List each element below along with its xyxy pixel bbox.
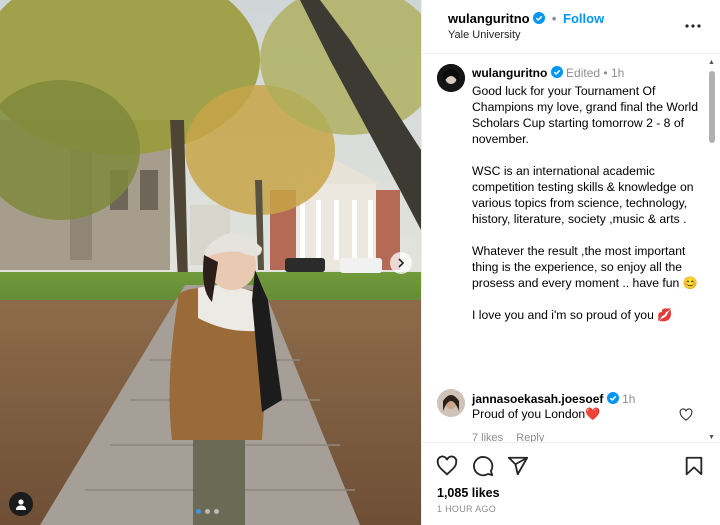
post-actions: 1,085 likes 1 HOUR AGO (422, 442, 720, 525)
carousel-indicator (196, 509, 219, 514)
post-header: wulanguritno • Follow Yale University (422, 0, 720, 54)
heart-icon[interactable] (436, 455, 458, 477)
verified-badge-icon (550, 66, 563, 78)
likes-count[interactable]: 1,085 likes (437, 486, 500, 500)
commenter-avatar[interactable] (437, 389, 465, 417)
chevron-right-icon (398, 258, 405, 268)
caption-text: Good luck for your Tournament Of Champio… (472, 84, 699, 322)
caption-time: 1h (610, 66, 625, 80)
carousel-dot (214, 509, 219, 514)
header-separator: • (551, 11, 557, 26)
scroll-down-arrow-icon[interactable]: ▼ (708, 434, 715, 441)
comment-text: Proud of you London❤️ (472, 407, 601, 421)
comment-time: 1h (622, 392, 636, 406)
comment-like-heart-icon[interactable] (679, 408, 693, 422)
carousel-dot (196, 509, 201, 514)
carousel-dot (205, 509, 210, 514)
follow-button[interactable]: Follow (563, 11, 604, 26)
caption-separator: • (603, 66, 608, 80)
user-tag-button[interactable] (9, 492, 33, 516)
share-icon[interactable] (507, 455, 529, 477)
more-options-icon (685, 24, 701, 28)
edited-label: Edited (566, 66, 601, 80)
avatar-image (437, 389, 465, 417)
comments-scrollbar[interactable]: ▲ ▼ (707, 59, 717, 441)
scroll-up-arrow-icon[interactable]: ▲ (708, 59, 715, 66)
bookmark-icon[interactable] (683, 455, 705, 477)
more-options-button[interactable] (684, 17, 702, 35)
next-image-button[interactable] (390, 252, 412, 274)
post-panel: wulanguritno • Follow Yale University wu… (421, 0, 720, 525)
verified-badge-icon (533, 12, 546, 24)
post-location[interactable]: Yale University (448, 29, 521, 41)
comments-section[interactable]: wulanguritno Edited • 1h Good luck for y… (422, 55, 720, 442)
author-username[interactable]: wulanguritno (448, 11, 530, 26)
post-header-user: wulanguritno • Follow (448, 11, 604, 26)
comment-icon[interactable] (472, 455, 494, 477)
comment-meta: 7 likes Reply (472, 432, 554, 442)
post-timestamp: 1 HOUR AGO (437, 504, 497, 514)
comment-likes[interactable]: 7 likes (472, 432, 503, 442)
caption-author[interactable]: wulanguritno (472, 66, 547, 80)
comment-header: jannasoekasah.joesoef 1h (472, 392, 635, 406)
reply-button[interactable]: Reply (516, 432, 544, 442)
post-photo[interactable] (0, 0, 421, 525)
campus-photo (0, 0, 421, 525)
user-tag-icon (16, 499, 26, 510)
scroll-thumb[interactable] (709, 71, 715, 143)
verified-badge-icon (606, 392, 619, 404)
caption-header: wulanguritno Edited • 1h (472, 66, 624, 80)
author-avatar[interactable] (437, 64, 465, 92)
comment-author[interactable]: jannasoekasah.joesoef (472, 392, 603, 406)
avatar-image (437, 64, 465, 92)
